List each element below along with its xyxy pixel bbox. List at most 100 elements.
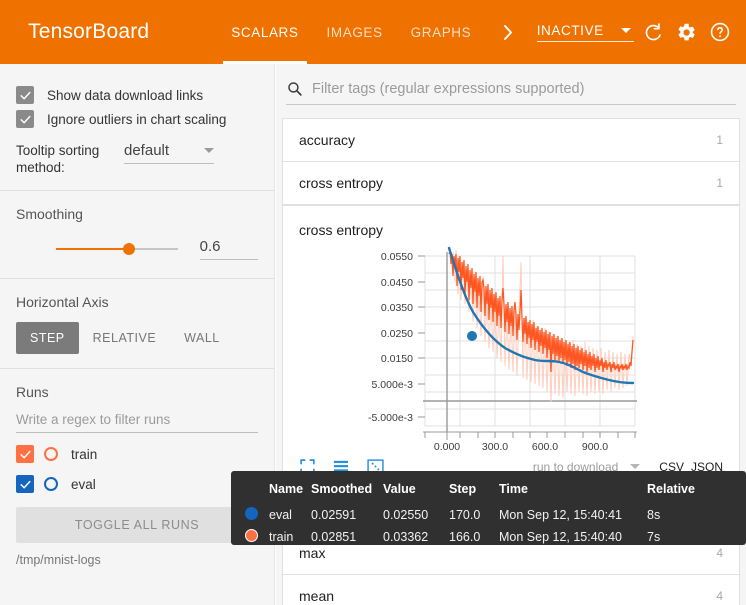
svg-text:600.0: 600.0 (532, 441, 558, 453)
tooltip-col-step: Step (449, 482, 477, 496)
chart-x-tick-labels: 0.000 300.0 600.0 900.0 (434, 441, 608, 453)
chevron-down-icon (630, 464, 641, 469)
tag-row-mean[interactable]: mean 4 (282, 575, 740, 605)
svg-text:0.0150: 0.0150 (381, 353, 413, 365)
smoothing-row: 0.6 (16, 238, 258, 260)
tooltip-col-name: Name (269, 482, 304, 496)
divider (0, 368, 274, 369)
tooltip-relative-eval: 8s (647, 508, 661, 522)
chart-title: cross entropy (299, 222, 384, 238)
horizontal-axis-title: Horizontal Axis (16, 294, 109, 310)
run-item-train[interactable]: train (16, 445, 258, 463)
svg-text:-5.000e-3: -5.000e-3 (368, 412, 413, 424)
tab-images-label: IMAGES (326, 24, 383, 40)
tag-row-label: accuracy (299, 132, 356, 148)
tooltip-name-eval: eval (269, 508, 292, 522)
checkbox-checked-icon (16, 86, 34, 104)
help-circle-icon[interactable] (707, 15, 734, 49)
run-item-train-label: train (71, 446, 98, 462)
tooltip-swatch-cell (231, 504, 269, 526)
tag-filter-bar[interactable]: Filter tags (regular expressions support… (286, 80, 736, 105)
tooltip-sorting-method-select[interactable]: default (124, 142, 214, 164)
svg-text:5.000e-3: 5.000e-3 (372, 379, 414, 391)
checkbox-checked-icon (16, 110, 34, 128)
divider (0, 190, 274, 191)
runs-filter-input[interactable]: Write a regex to filter runs (16, 412, 258, 433)
tooltip-sorting-method-label: Tooltip sorting method: (16, 143, 100, 175)
tooltip-col-swatch (231, 480, 269, 504)
toggle-all-runs-button[interactable]: TOGGLE ALL RUNS (16, 507, 258, 543)
logdir-path: /tmp/mnist-logs (16, 553, 101, 567)
svg-text:0.0450: 0.0450 (381, 277, 413, 289)
nav-tabs: SCALARS IMAGES GRAPHS (217, 0, 485, 64)
search-icon (286, 80, 303, 97)
tooltip-name-train: train (269, 530, 294, 544)
tag-row-count: 4 (716, 589, 723, 603)
chart-x-ticks (423, 431, 637, 440)
axis-option-step[interactable]: STEP (16, 322, 79, 354)
svg-text:0.0250: 0.0250 (381, 328, 413, 340)
chevron-down-icon (204, 148, 214, 153)
horizontal-axis-buttons: STEP RELATIVE WALL (16, 322, 258, 354)
tooltip-step-eval: 170.0 (449, 508, 481, 522)
chart-tooltip: Name Smoothed Value Step Time Relative e… (231, 471, 746, 545)
smoothing-slider[interactable] (56, 242, 178, 256)
status-dropdown[interactable]: INACTIVE (536, 22, 634, 42)
tag-row-label: cross entropy (299, 175, 384, 191)
tooltip-swatch-cell (231, 526, 269, 548)
tooltip-row-eval: eval 0.02591 0.02550 170.0 Mon Sep 12, 1… (231, 504, 746, 526)
tag-row-count: 4 (716, 546, 723, 560)
svg-text:900.0: 900.0 (582, 441, 608, 453)
tooltip-time-train: Mon Sep 12, 15:40:40 (499, 530, 623, 544)
checkbox-checked-icon[interactable] (16, 445, 34, 463)
tag-row-cross-entropy[interactable]: cross entropy 1 (282, 162, 740, 205)
gear-icon[interactable] (673, 15, 700, 49)
tooltip-row-train: train 0.02851 0.03362 166.0 Mon Sep 12, … (231, 526, 746, 548)
checkbox-show-data-download-links[interactable]: Show data download links (16, 86, 258, 104)
checkbox-checked-icon[interactable] (16, 475, 34, 493)
divider (0, 278, 274, 279)
tooltip-sorting-method-value: default (124, 142, 170, 159)
checkbox-ignore-outliers-label: Ignore outliers in chart scaling (47, 111, 227, 127)
cross-entropy-line-chart: 0.0550 0.0450 0.0350 0.0250 0.0150 5.000… (368, 246, 637, 453)
run-item-eval[interactable]: eval (16, 475, 258, 493)
svg-text:0.0550: 0.0550 (381, 251, 413, 263)
tooltip-smoothed-train: 0.02851 (311, 530, 357, 544)
runs-title: Runs (16, 384, 49, 400)
run-item-eval-label: eval (71, 476, 96, 492)
chevron-right-icon[interactable] (495, 0, 522, 64)
svg-text:300.0: 300.0 (482, 441, 508, 453)
tensorboard-app: TensorBoard SCALARS IMAGES GRAPHS INACTI… (0, 0, 746, 605)
chart-card-cross-entropy: cross entropy 0.0550 0.0450 0.0350 0.025… (282, 205, 740, 488)
refresh-icon[interactable] (640, 15, 667, 49)
axis-option-relative[interactable]: RELATIVE (79, 322, 171, 354)
checkbox-show-data-download-links-label: Show data download links (47, 87, 204, 103)
chart-plot-area[interactable]: 0.0550 0.0450 0.0350 0.0250 0.0150 5.000… (283, 242, 739, 454)
tag-filter-placeholder: Filter tags (regular expressions support… (312, 80, 585, 97)
app-brand: TensorBoard (28, 20, 150, 43)
tag-row-label: mean (299, 588, 335, 604)
tab-graphs-label: GRAPHS (410, 24, 472, 40)
tab-graphs[interactable]: GRAPHS (397, 0, 486, 64)
axis-option-wall[interactable]: WALL (170, 322, 234, 354)
status-badge: INACTIVE (536, 22, 604, 38)
slider-knob[interactable] (122, 243, 135, 255)
run-color-swatch-train (44, 447, 58, 461)
run-color-swatch-eval (245, 507, 258, 520)
svg-text:0.000: 0.000 (434, 441, 460, 453)
tooltip-col-time: Time (499, 482, 528, 496)
tooltip-value-train: 0.03362 (383, 530, 429, 544)
tooltip-value-eval: 0.02550 (383, 508, 429, 522)
tooltip-col-smoothed: Smoothed (311, 482, 373, 496)
tooltip-col-relative: Relative (647, 482, 695, 496)
checkbox-ignore-outliers[interactable]: Ignore outliers in chart scaling (16, 110, 258, 128)
tag-row-accuracy[interactable]: accuracy 1 (282, 118, 740, 162)
tooltip-step-train: 166.0 (449, 530, 481, 544)
tab-scalars[interactable]: SCALARS (217, 0, 312, 64)
tooltip-sorting-method: Tooltip sorting method: default (16, 142, 258, 176)
smoothing-title: Smoothing (16, 206, 83, 222)
tooltip-time-eval: Mon Sep 12, 15:40:41 (499, 508, 623, 522)
tooltip-relative-train: 7s (647, 530, 661, 544)
smoothing-value-input[interactable]: 0.6 (199, 238, 258, 260)
tab-images[interactable]: IMAGES (313, 0, 397, 64)
